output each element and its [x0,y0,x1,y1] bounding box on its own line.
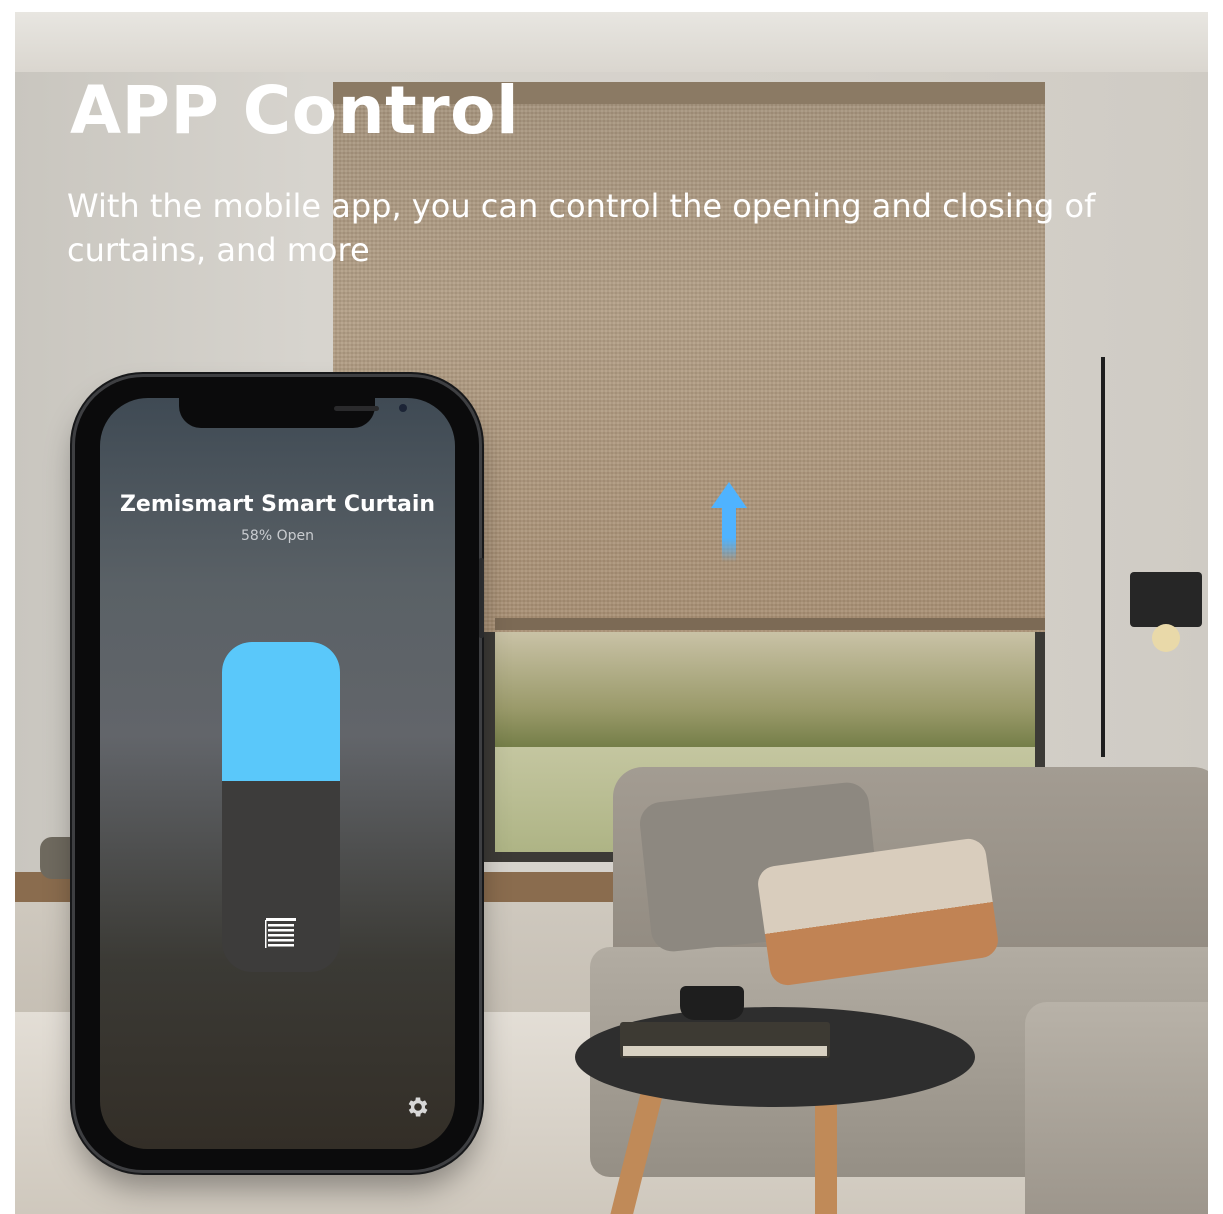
phone-side-button [479,558,484,638]
arrow-up-icon [711,482,747,562]
app-screen: Zemismart Smart Curtain 58% Open [100,398,455,1149]
sofa-chaise [1025,1002,1208,1214]
banner-title: APP Control [70,72,520,149]
banner-subtitle: With the mobile app, you can control the… [67,187,1096,269]
phone-notch [179,398,407,428]
floor-lamp-pole [1101,357,1105,757]
front-camera [399,404,407,412]
curtain-position-slider[interactable] [222,642,340,972]
floor-lamp-shade [1130,572,1202,627]
blind-bottom-bar [495,618,1045,630]
speaker-grille [334,406,379,411]
ceiling [15,12,1208,72]
floor-lamp-bulb [1152,624,1180,652]
device-name: Zemismart Smart Curtain [119,492,436,517]
table-leg [815,1102,837,1214]
blinds-icon [265,918,296,948]
gear-icon[interactable] [405,1094,431,1120]
book-pages [623,1046,827,1056]
slider-fill [222,642,340,781]
device-status: 58% Open [241,528,314,544]
bowl [680,986,744,1020]
